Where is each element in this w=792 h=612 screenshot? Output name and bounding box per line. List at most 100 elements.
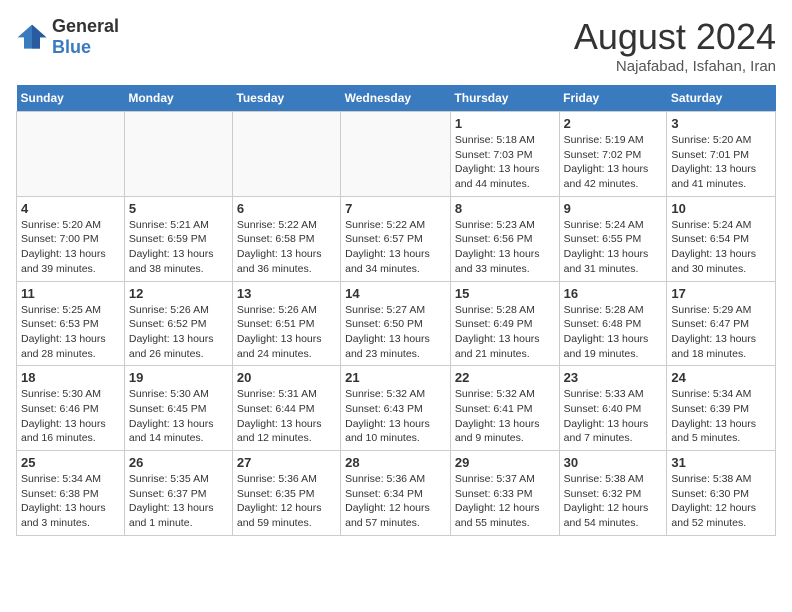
day-cell: 17 Sunrise: 5:29 AM Sunset: 6:47 PM Dayli… xyxy=(667,281,776,366)
week-row-4: 18 Sunrise: 5:30 AM Sunset: 6:46 PM Dayli… xyxy=(17,366,776,451)
day-info: Sunrise: 5:36 AM Sunset: 6:35 PM Dayligh… xyxy=(237,472,336,531)
week-row-3: 11Sunrise: 5:25 AM Sunset: 6:53 PM Dayli… xyxy=(17,281,776,366)
day-cell: 19Sunrise: 5:30 AM Sunset: 6:45 PM Dayli… xyxy=(124,366,232,451)
day-info: Sunrise: 5:28 AM Sunset: 6:48 PM Dayligh… xyxy=(564,303,663,362)
day-info: Sunrise: 5:28 AM Sunset: 6:49 PM Dayligh… xyxy=(455,303,555,362)
location-subtitle: Najafabad, Isfahan, Iran xyxy=(574,58,776,75)
day-info: Sunrise: 5:34 AM Sunset: 6:38 PM Dayligh… xyxy=(21,472,120,531)
day-number: 20 xyxy=(237,370,336,385)
day-cell: 18 Sunrise: 5:30 AM Sunset: 6:46 PM Dayli… xyxy=(17,366,125,451)
day-number: 12 xyxy=(129,286,228,301)
day-info: Sunrise: 5:38 AM Sunset: 6:30 PM Dayligh… xyxy=(671,472,771,531)
day-cell: 13 Sunrise: 5:26 AM Sunset: 6:51 PM Dayli… xyxy=(232,281,340,366)
day-cell: 16 Sunrise: 5:28 AM Sunset: 6:48 PM Dayli… xyxy=(559,281,667,366)
day-info: Sunrise: 5:36 AM Sunset: 6:34 PM Dayligh… xyxy=(345,472,446,531)
day-number: 5 xyxy=(129,201,228,216)
day-cell: 30Sunrise: 5:38 AM Sunset: 6:32 PM Dayli… xyxy=(559,451,667,536)
day-info: Sunrise: 5:29 AM Sunset: 6:47 PM Dayligh… xyxy=(671,303,771,362)
month-year-title: August 2024 xyxy=(574,16,776,58)
day-cell: 5Sunrise: 5:21 AM Sunset: 6:59 PM Daylig… xyxy=(124,196,232,281)
day-cell: 4Sunrise: 5:20 AM Sunset: 7:00 PM Daylig… xyxy=(17,196,125,281)
day-info: Sunrise: 5:20 AM Sunset: 7:00 PM Dayligh… xyxy=(21,218,120,277)
day-info: Sunrise: 5:32 AM Sunset: 6:41 PM Dayligh… xyxy=(455,387,555,446)
day-number: 21 xyxy=(345,370,446,385)
day-number: 22 xyxy=(455,370,555,385)
page-header: General Blue August 2024 Najafabad, Isfa… xyxy=(16,16,776,75)
day-cell: 31 Sunrise: 5:38 AM Sunset: 6:30 PM Dayli… xyxy=(667,451,776,536)
day-number: 1 xyxy=(455,116,555,131)
week-row-2: 4Sunrise: 5:20 AM Sunset: 7:00 PM Daylig… xyxy=(17,196,776,281)
day-number: 2 xyxy=(564,116,663,131)
day-info: Sunrise: 5:27 AM Sunset: 6:50 PM Dayligh… xyxy=(345,303,446,362)
day-info: Sunrise: 5:38 AM Sunset: 6:32 PM Dayligh… xyxy=(564,472,663,531)
day-cell: 8Sunrise: 5:23 AM Sunset: 6:56 PM Daylig… xyxy=(450,196,559,281)
header-cell-wednesday: Wednesday xyxy=(341,85,451,112)
day-cell: 21 Sunrise: 5:32 AM Sunset: 6:43 PM Dayli… xyxy=(341,366,451,451)
day-cell: 10 Sunrise: 5:24 AM Sunset: 6:54 PM Dayli… xyxy=(667,196,776,281)
day-cell: 9Sunrise: 5:24 AM Sunset: 6:55 PM Daylig… xyxy=(559,196,667,281)
day-number: 17 xyxy=(671,286,771,301)
day-info: Sunrise: 5:26 AM Sunset: 6:51 PM Dayligh… xyxy=(237,303,336,362)
day-cell: 29 Sunrise: 5:37 AM Sunset: 6:33 PM Dayli… xyxy=(450,451,559,536)
day-cell xyxy=(124,112,232,197)
day-number: 27 xyxy=(237,455,336,470)
day-number: 31 xyxy=(671,455,771,470)
day-number: 26 xyxy=(129,455,228,470)
day-cell: 26 Sunrise: 5:35 AM Sunset: 6:37 PM Dayli… xyxy=(124,451,232,536)
week-row-1: 1 Sunrise: 5:18 AM Sunset: 7:03 PM Daylig… xyxy=(17,112,776,197)
day-info: Sunrise: 5:18 AM Sunset: 7:03 PM Dayligh… xyxy=(455,133,555,192)
logo-text: General Blue xyxy=(52,16,119,58)
day-cell xyxy=(232,112,340,197)
day-cell: 24 Sunrise: 5:34 AM Sunset: 6:39 PM Dayli… xyxy=(667,366,776,451)
day-cell: 27 Sunrise: 5:36 AM Sunset: 6:35 PM Dayli… xyxy=(232,451,340,536)
day-cell: 23Sunrise: 5:33 AM Sunset: 6:40 PM Dayli… xyxy=(559,366,667,451)
header-row: SundayMondayTuesdayWednesdayThursdayFrid… xyxy=(17,85,776,112)
logo: General Blue xyxy=(16,16,119,58)
day-info: Sunrise: 5:25 AM Sunset: 6:53 PM Dayligh… xyxy=(21,303,120,362)
day-number: 28 xyxy=(345,455,446,470)
day-cell: 22 Sunrise: 5:32 AM Sunset: 6:41 PM Dayli… xyxy=(450,366,559,451)
day-cell xyxy=(17,112,125,197)
title-block: August 2024 Najafabad, Isfahan, Iran xyxy=(574,16,776,75)
header-cell-monday: Monday xyxy=(124,85,232,112)
day-number: 25 xyxy=(21,455,120,470)
day-cell: 6 Sunrise: 5:22 AM Sunset: 6:58 PM Daylig… xyxy=(232,196,340,281)
logo-general: General xyxy=(52,16,119,36)
header-cell-saturday: Saturday xyxy=(667,85,776,112)
day-number: 7 xyxy=(345,201,446,216)
day-number: 14 xyxy=(345,286,446,301)
day-number: 23 xyxy=(564,370,663,385)
day-number: 8 xyxy=(455,201,555,216)
day-number: 10 xyxy=(671,201,771,216)
day-info: Sunrise: 5:22 AM Sunset: 6:58 PM Dayligh… xyxy=(237,218,336,277)
day-cell: 12 Sunrise: 5:26 AM Sunset: 6:52 PM Dayli… xyxy=(124,281,232,366)
day-info: Sunrise: 5:30 AM Sunset: 6:46 PM Dayligh… xyxy=(21,387,120,446)
day-number: 24 xyxy=(671,370,771,385)
day-info: Sunrise: 5:20 AM Sunset: 7:01 PM Dayligh… xyxy=(671,133,771,192)
day-cell: 15Sunrise: 5:28 AM Sunset: 6:49 PM Dayli… xyxy=(450,281,559,366)
day-cell: 14 Sunrise: 5:27 AM Sunset: 6:50 PM Dayli… xyxy=(341,281,451,366)
day-cell: 1 Sunrise: 5:18 AM Sunset: 7:03 PM Daylig… xyxy=(450,112,559,197)
day-number: 19 xyxy=(129,370,228,385)
day-info: Sunrise: 5:31 AM Sunset: 6:44 PM Dayligh… xyxy=(237,387,336,446)
day-info: Sunrise: 5:22 AM Sunset: 6:57 PM Dayligh… xyxy=(345,218,446,277)
day-number: 13 xyxy=(237,286,336,301)
calendar-table: SundayMondayTuesdayWednesdayThursdayFrid… xyxy=(16,85,776,536)
calendar-body: 1 Sunrise: 5:18 AM Sunset: 7:03 PM Daylig… xyxy=(17,112,776,536)
day-number: 9 xyxy=(564,201,663,216)
day-info: Sunrise: 5:24 AM Sunset: 6:54 PM Dayligh… xyxy=(671,218,771,277)
day-cell: 25 Sunrise: 5:34 AM Sunset: 6:38 PM Dayli… xyxy=(17,451,125,536)
day-number: 16 xyxy=(564,286,663,301)
day-number: 6 xyxy=(237,201,336,216)
day-info: Sunrise: 5:26 AM Sunset: 6:52 PM Dayligh… xyxy=(129,303,228,362)
calendar-header: SundayMondayTuesdayWednesdayThursdayFrid… xyxy=(17,85,776,112)
day-number: 29 xyxy=(455,455,555,470)
day-info: Sunrise: 5:34 AM Sunset: 6:39 PM Dayligh… xyxy=(671,387,771,446)
day-info: Sunrise: 5:35 AM Sunset: 6:37 PM Dayligh… xyxy=(129,472,228,531)
day-info: Sunrise: 5:32 AM Sunset: 6:43 PM Dayligh… xyxy=(345,387,446,446)
day-cell: 20 Sunrise: 5:31 AM Sunset: 6:44 PM Dayli… xyxy=(232,366,340,451)
day-info: Sunrise: 5:37 AM Sunset: 6:33 PM Dayligh… xyxy=(455,472,555,531)
day-cell xyxy=(341,112,451,197)
header-cell-tuesday: Tuesday xyxy=(232,85,340,112)
day-number: 18 xyxy=(21,370,120,385)
